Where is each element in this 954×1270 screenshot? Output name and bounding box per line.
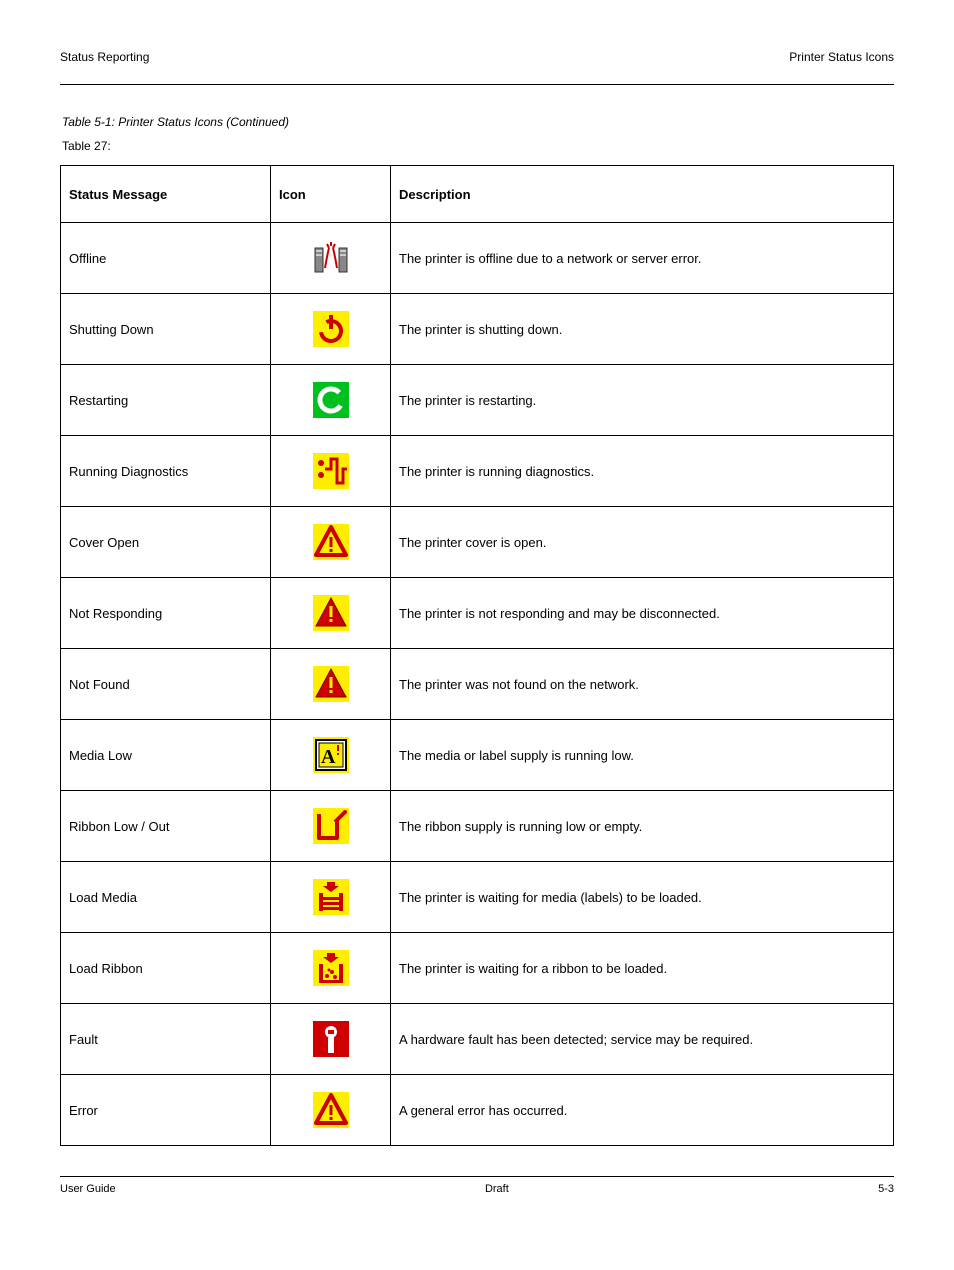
desc-cell: The printer is restarting. — [391, 365, 894, 436]
table-row: Not Found The printer was not found on t… — [61, 649, 894, 720]
th-status: Status Message — [61, 166, 271, 223]
icon-cell — [271, 649, 391, 720]
th-icon: Icon — [271, 166, 391, 223]
header-left: Status Reporting — [60, 50, 149, 64]
desc-cell: The printer cover is open. — [391, 507, 894, 578]
status-cell: Cover Open — [61, 507, 271, 578]
desc-cell: The printer is shutting down. — [391, 294, 894, 365]
table-row: Cover Open The printer cover is open. — [61, 507, 894, 578]
table-row: Not Responding The printer is not respon… — [61, 578, 894, 649]
desc-cell: A hardware fault has been detected; serv… — [391, 1004, 894, 1075]
load-media-icon — [313, 879, 349, 915]
icon-cell — [271, 791, 391, 862]
footer-left: User Guide — [60, 1183, 116, 1195]
table-row: Error A general error has occurred. — [61, 1075, 894, 1146]
status-cell: Offline — [61, 223, 271, 294]
not-responding-icon — [313, 595, 349, 631]
load-ribbon-icon — [313, 950, 349, 986]
table-row: Restarting The printer is restarting. — [61, 365, 894, 436]
header-rule — [60, 84, 894, 85]
shutting-down-icon — [313, 311, 349, 347]
offline-icon — [313, 240, 349, 276]
desc-cell: The printer is running diagnostics. — [391, 436, 894, 507]
status-cell: Restarting — [61, 365, 271, 436]
icon-cell — [271, 507, 391, 578]
table-row: Media Low A The media or label supply is… — [61, 720, 894, 791]
page-footer: User Guide Draft 5-3 — [60, 1176, 894, 1195]
header-right: Printer Status Icons — [789, 50, 894, 64]
status-cell: Shutting Down — [61, 294, 271, 365]
cover-open-icon — [313, 524, 349, 560]
footer-right: 5-3 — [878, 1183, 894, 1195]
table-row: Load Media The printer is waiting for me… — [61, 862, 894, 933]
icon-cell: A — [271, 720, 391, 791]
icon-cell — [271, 365, 391, 436]
th-desc: Description — [391, 166, 894, 223]
svg-text:A: A — [321, 746, 336, 768]
desc-cell: A general error has occurred. — [391, 1075, 894, 1146]
desc-cell: The printer is not responding and may be… — [391, 578, 894, 649]
status-icons-table: Status Message Icon Description Offline — [60, 165, 894, 1146]
fault-icon — [313, 1021, 349, 1057]
icon-cell — [271, 294, 391, 365]
not-found-icon — [313, 666, 349, 702]
footer-center: Draft — [485, 1183, 509, 1195]
desc-cell: The media or label supply is running low… — [391, 720, 894, 791]
status-cell: Load Media — [61, 862, 271, 933]
diagnostics-icon — [313, 453, 349, 489]
icon-cell — [271, 933, 391, 1004]
icon-cell — [271, 436, 391, 507]
table-row: Running Diagnostics The printer is runni… — [61, 436, 894, 507]
table-header-row: Status Message Icon Description — [61, 166, 894, 223]
table-row: Fault A hardware fault has been detected… — [61, 1004, 894, 1075]
section-title: Table 5-1: Printer Status Icons (Continu… — [62, 115, 894, 129]
status-cell: Fault — [61, 1004, 271, 1075]
icon-cell — [271, 578, 391, 649]
table-row: Offline The printer is offline due to a … — [61, 223, 894, 294]
status-cell: Running Diagnostics — [61, 436, 271, 507]
page-header: Status Reporting Printer Status Icons — [60, 50, 894, 64]
error-icon — [313, 1092, 349, 1128]
ribbon-low-icon — [313, 808, 349, 844]
table-row: Load Ribbon The printer is waiting for a… — [61, 933, 894, 1004]
desc-cell: The printer is offline due to a network … — [391, 223, 894, 294]
restarting-icon — [313, 382, 349, 418]
subsection-title: Table 27: — [62, 139, 894, 153]
status-cell: Not Found — [61, 649, 271, 720]
footer-rule — [60, 1176, 894, 1177]
media-low-icon: A — [313, 737, 349, 773]
status-cell: Ribbon Low / Out — [61, 791, 271, 862]
icon-cell — [271, 1075, 391, 1146]
desc-cell: The printer was not found on the network… — [391, 649, 894, 720]
icon-cell — [271, 1004, 391, 1075]
desc-cell: The ribbon supply is running low or empt… — [391, 791, 894, 862]
desc-cell: The printer is waiting for a ribbon to b… — [391, 933, 894, 1004]
icon-cell — [271, 223, 391, 294]
table-row: Shutting Down The printer is shutting do… — [61, 294, 894, 365]
icon-cell — [271, 862, 391, 933]
status-cell: Not Responding — [61, 578, 271, 649]
table-row: Ribbon Low / Out The ribbon supply is ru… — [61, 791, 894, 862]
status-cell: Media Low — [61, 720, 271, 791]
status-cell: Load Ribbon — [61, 933, 271, 1004]
status-cell: Error — [61, 1075, 271, 1146]
desc-cell: The printer is waiting for media (labels… — [391, 862, 894, 933]
